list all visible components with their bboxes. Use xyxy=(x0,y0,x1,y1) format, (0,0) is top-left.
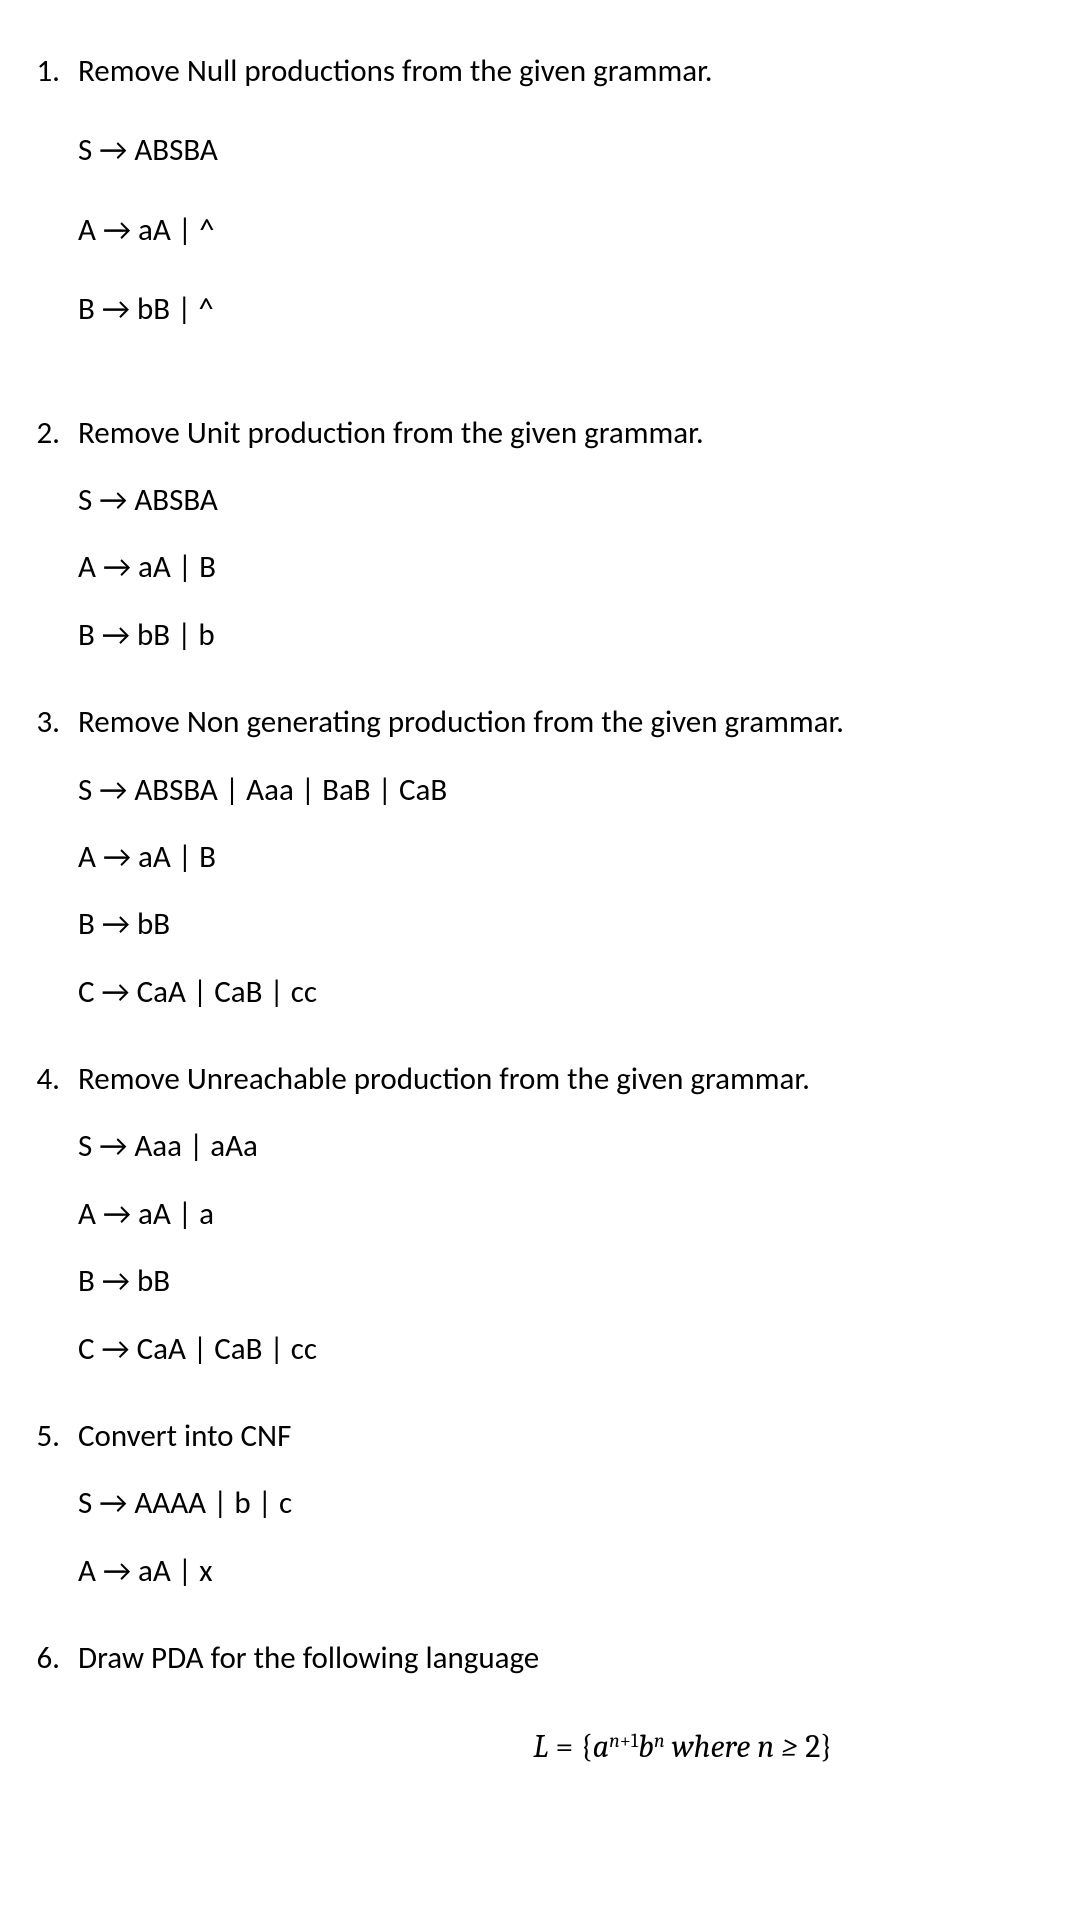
formula-b: b xyxy=(638,1728,654,1765)
question-6: 6.Draw PDA for the following language xyxy=(30,1637,1046,1704)
document: 1.Remove Null productions from the given… xyxy=(30,50,1046,1769)
question-number: 6. xyxy=(30,1637,78,1704)
grammar-rule: S → ABSBA | Aaa | BaB | CaB xyxy=(78,769,1046,812)
question-body: Remove Unit production from the given gr… xyxy=(78,412,1046,682)
question-title: Draw PDA for the following language xyxy=(78,1637,1046,1680)
grammar-rule: C → CaA | CaB | cc xyxy=(78,1328,1046,1371)
grammar-rule: S → AAAA | b | c xyxy=(78,1482,1046,1525)
question-number: 5. xyxy=(30,1415,78,1617)
grammar-rule: A → aA | x xyxy=(78,1550,1046,1593)
question-2: 2.Remove Unit production from the given … xyxy=(30,412,1046,682)
question-number: 1. xyxy=(30,50,78,392)
formula-exp1: n+1 xyxy=(609,1729,638,1752)
formula-a: a xyxy=(593,1728,609,1765)
formula-eq: = { xyxy=(548,1728,592,1765)
formula-L: L xyxy=(533,1728,548,1765)
question-body: Remove Non generating production from th… xyxy=(78,701,1046,1038)
grammar-rule: B → bB xyxy=(78,903,1046,946)
question-number: 4. xyxy=(30,1058,78,1395)
question-number: 2. xyxy=(30,412,78,682)
grammar-rule: A → aA | B xyxy=(78,836,1046,879)
question-4: 4.Remove Unreachable production from the… xyxy=(30,1058,1046,1395)
question-1: 1.Remove Null productions from the given… xyxy=(30,50,1046,392)
formula-close: } xyxy=(820,1728,832,1765)
question-title: Remove Unit production from the given gr… xyxy=(78,412,1046,455)
question-body: Remove Unreachable production from the g… xyxy=(78,1058,1046,1395)
grammar-rule: B → bB | b xyxy=(78,614,1046,657)
grammar-rule: A → aA | ^ xyxy=(78,209,1046,252)
question-number: 3. xyxy=(30,701,78,1038)
question-title: Remove Null productions from the given g… xyxy=(78,50,1046,93)
grammar-rule: S → ABSBA xyxy=(78,129,1046,172)
question-title: Remove Non generating production from th… xyxy=(78,701,1046,744)
question-body: Convert into CNF S → AAAA | b | c A → aA |… xyxy=(78,1415,1046,1617)
question-body: Remove Null productions from the given g… xyxy=(78,50,1046,392)
grammar-rule: C → CaA | CaB | cc xyxy=(78,971,1046,1014)
formula-two: 2 xyxy=(805,1728,820,1765)
question-title: Remove Unreachable production from the g… xyxy=(78,1058,1046,1101)
grammar-rule: A → aA | B xyxy=(78,546,1046,589)
formula-where: where n ≥ xyxy=(665,1728,806,1765)
grammar-rule: S → ABSBA xyxy=(78,479,1046,522)
grammar-rule: B → bB | ^ xyxy=(78,288,1046,331)
question-3: 3.Remove Non generating production from … xyxy=(30,701,1046,1038)
language-formula: L = {an+1bn where n ≥ 2} xyxy=(30,1725,1046,1770)
grammar-rule: A → aA | a xyxy=(78,1193,1046,1236)
formula-exp2: n xyxy=(654,1729,665,1752)
question-body: Draw PDA for the following language xyxy=(78,1637,1046,1704)
grammar-rule: S → Aaa | aAa xyxy=(78,1125,1046,1168)
question-5: 5.Convert into CNF S → AAAA | b | c A → aA… xyxy=(30,1415,1046,1617)
grammar-rule: B → bB xyxy=(78,1260,1046,1303)
question-title: Convert into CNF xyxy=(78,1415,1046,1458)
